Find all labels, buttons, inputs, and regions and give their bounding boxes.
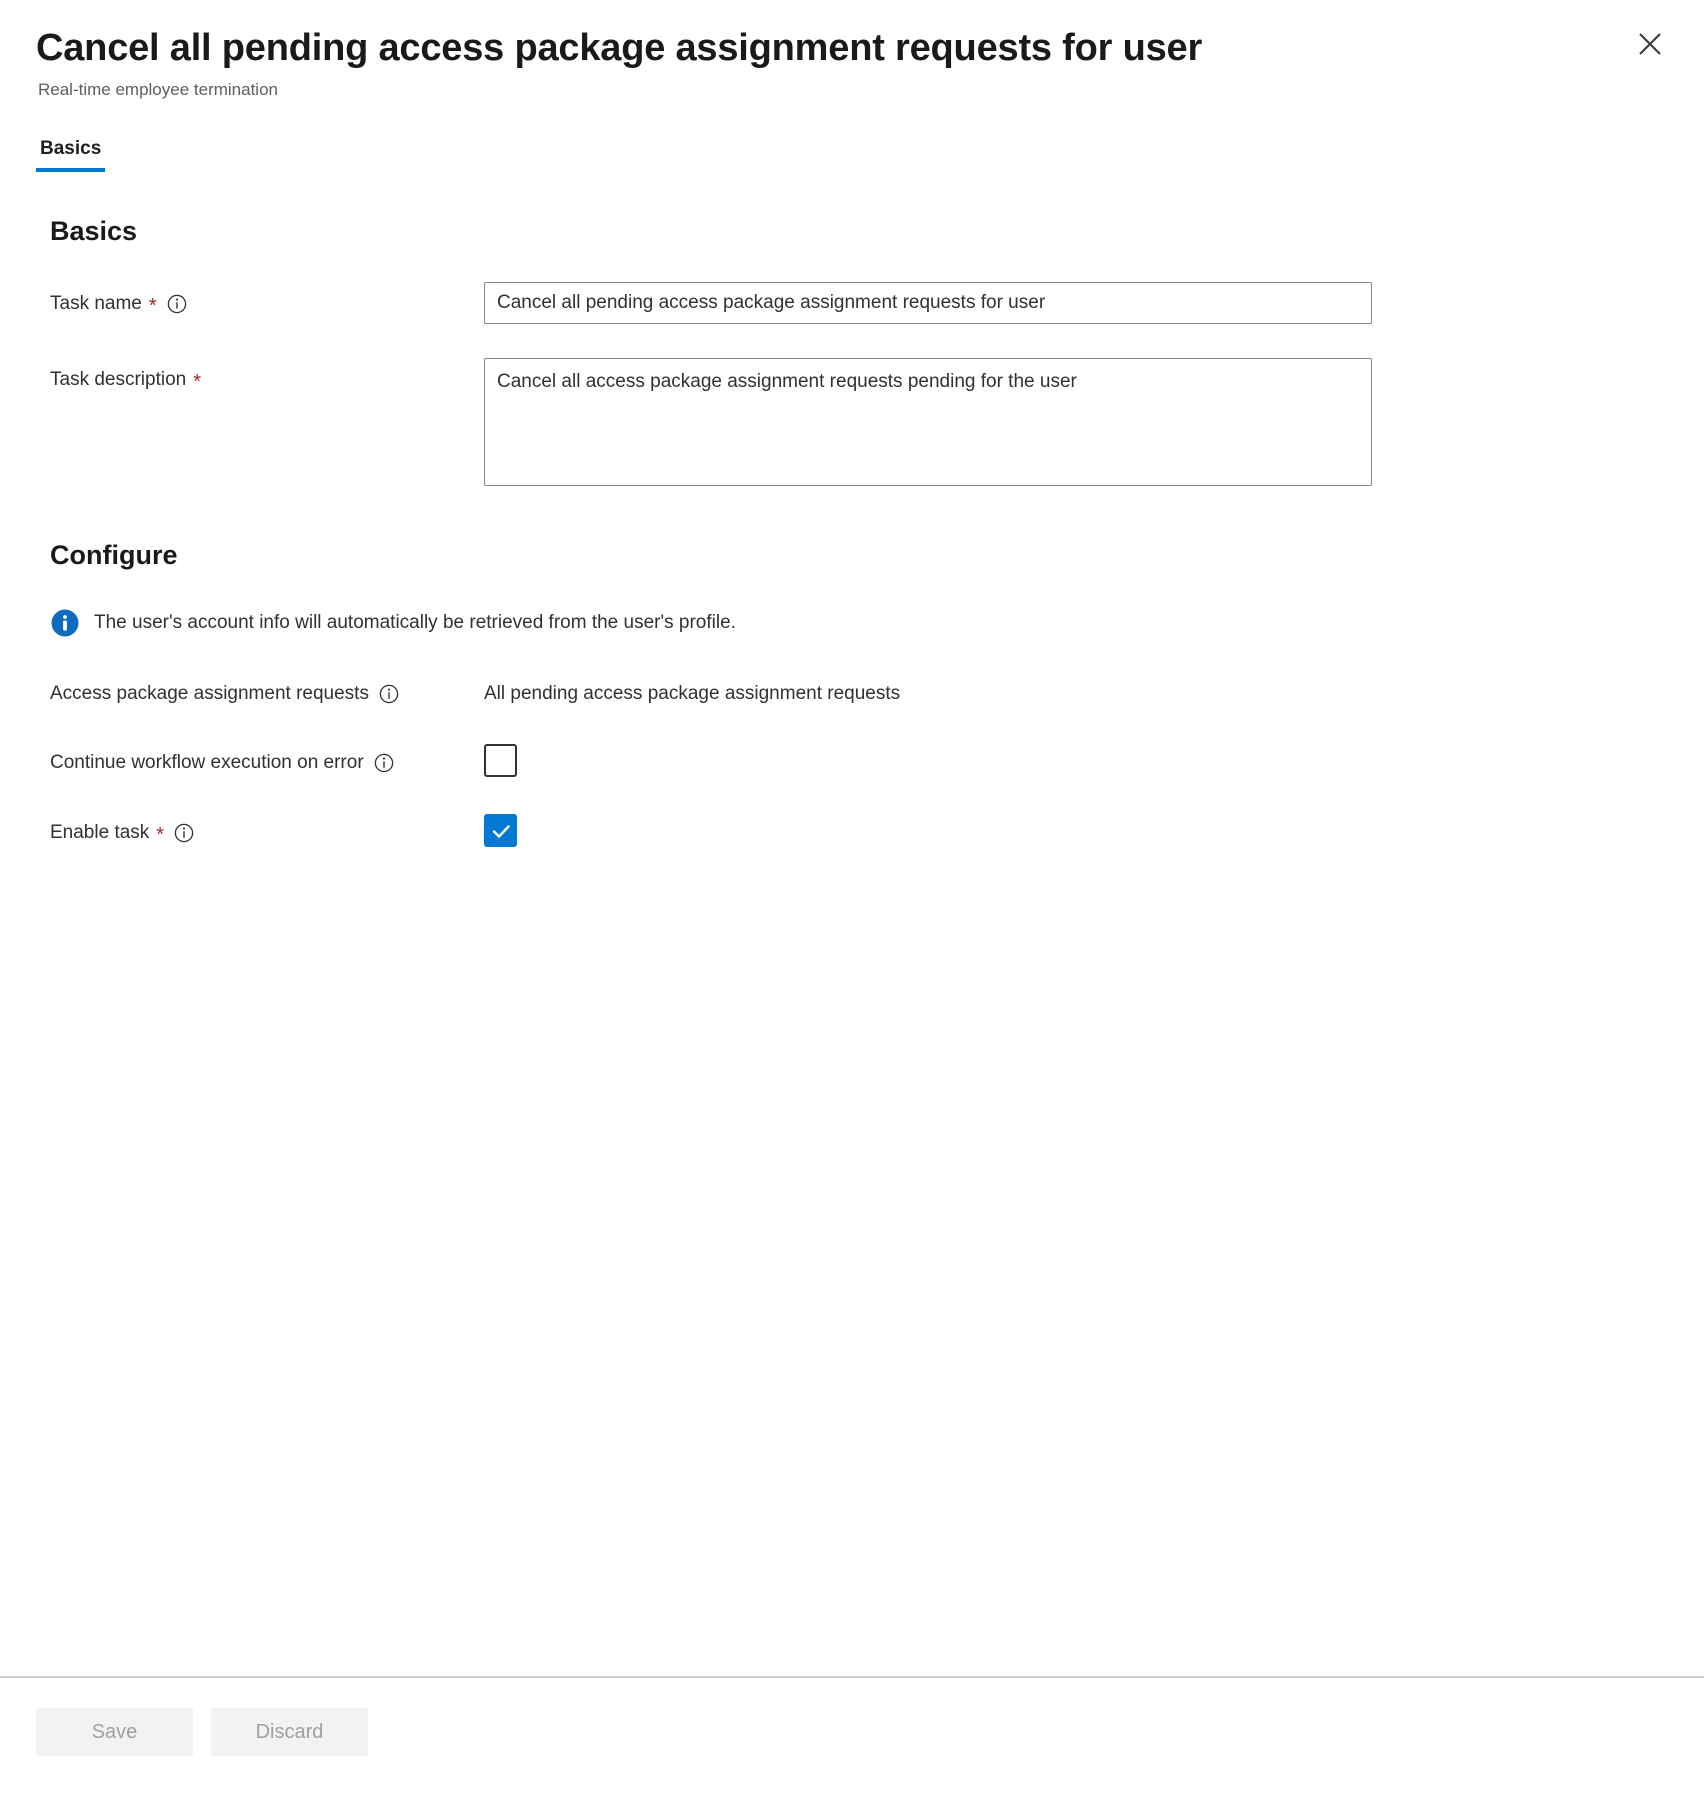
panel-footer: Save Discard bbox=[0, 1676, 1704, 1806]
info-circle-icon[interactable] bbox=[174, 823, 194, 843]
configure-section-heading: Configure bbox=[50, 540, 178, 570]
enable-task-required-marker: * bbox=[156, 824, 165, 846]
panel-header: Cancel all pending access package assign… bbox=[0, 0, 1704, 102]
enable-task-label-text: Enable task bbox=[50, 822, 150, 843]
task-name-label-text: Task name bbox=[50, 293, 142, 314]
enable-task-label: Enable task * bbox=[36, 811, 484, 846]
footer-buttons: Save Discard bbox=[36, 1708, 1668, 1756]
task-description-required-marker: * bbox=[193, 371, 202, 393]
task-name-row: Task name * bbox=[36, 282, 1668, 324]
task-name-input[interactable] bbox=[484, 282, 1372, 324]
task-description-label-text: Task description bbox=[50, 369, 187, 390]
panel-content: Basics Task name * Task description bbox=[0, 172, 1704, 1676]
info-circle-icon[interactable] bbox=[374, 753, 394, 773]
checkmark-icon bbox=[490, 820, 512, 842]
close-icon bbox=[1637, 31, 1663, 57]
page-title: Cancel all pending access package assign… bbox=[36, 27, 1203, 69]
info-filled-icon bbox=[50, 608, 80, 638]
continue-on-error-row: Continue workflow execution on error bbox=[36, 741, 1668, 777]
enable-task-row: Enable task * bbox=[36, 811, 1668, 847]
task-name-required-marker: * bbox=[148, 295, 157, 317]
info-banner: The user's account info will automatical… bbox=[50, 608, 1668, 638]
tab-basics-label: Basics bbox=[40, 138, 102, 159]
assignment-requests-label-text: Access package assignment requests bbox=[50, 683, 369, 704]
basics-section-heading: Basics bbox=[50, 216, 138, 246]
save-button[interactable]: Save bbox=[36, 1708, 193, 1756]
page-subtitle: Real-time employee termination bbox=[38, 80, 278, 99]
assignment-requests-label: Access package assignment requests bbox=[36, 672, 484, 707]
task-name-label: Task name * bbox=[36, 282, 484, 317]
tabstrip: Basics bbox=[0, 138, 1704, 172]
info-circle-icon[interactable] bbox=[379, 684, 399, 704]
tab-basics[interactable]: Basics bbox=[36, 138, 106, 172]
continue-on-error-label-text: Continue workflow execution on error bbox=[50, 752, 364, 773]
close-button[interactable] bbox=[1626, 20, 1674, 68]
assignment-requests-row: Access package assignment requests All p… bbox=[36, 672, 1668, 707]
task-description-label: Task description * bbox=[36, 358, 484, 393]
info-banner-text: The user's account info will automatical… bbox=[94, 612, 736, 633]
info-circle-icon[interactable] bbox=[167, 294, 187, 314]
task-details-panel: Cancel all pending access package assign… bbox=[0, 0, 1704, 1806]
continue-on-error-checkbox[interactable] bbox=[484, 744, 517, 777]
task-description-row: Task description * bbox=[36, 358, 1668, 486]
enable-task-checkbox[interactable] bbox=[484, 814, 517, 847]
continue-on-error-label: Continue workflow execution on error bbox=[36, 741, 484, 776]
discard-button[interactable]: Discard bbox=[211, 1708, 368, 1756]
task-description-textarea[interactable] bbox=[484, 358, 1372, 486]
assignment-requests-value: All pending access package assignment re… bbox=[484, 683, 901, 704]
